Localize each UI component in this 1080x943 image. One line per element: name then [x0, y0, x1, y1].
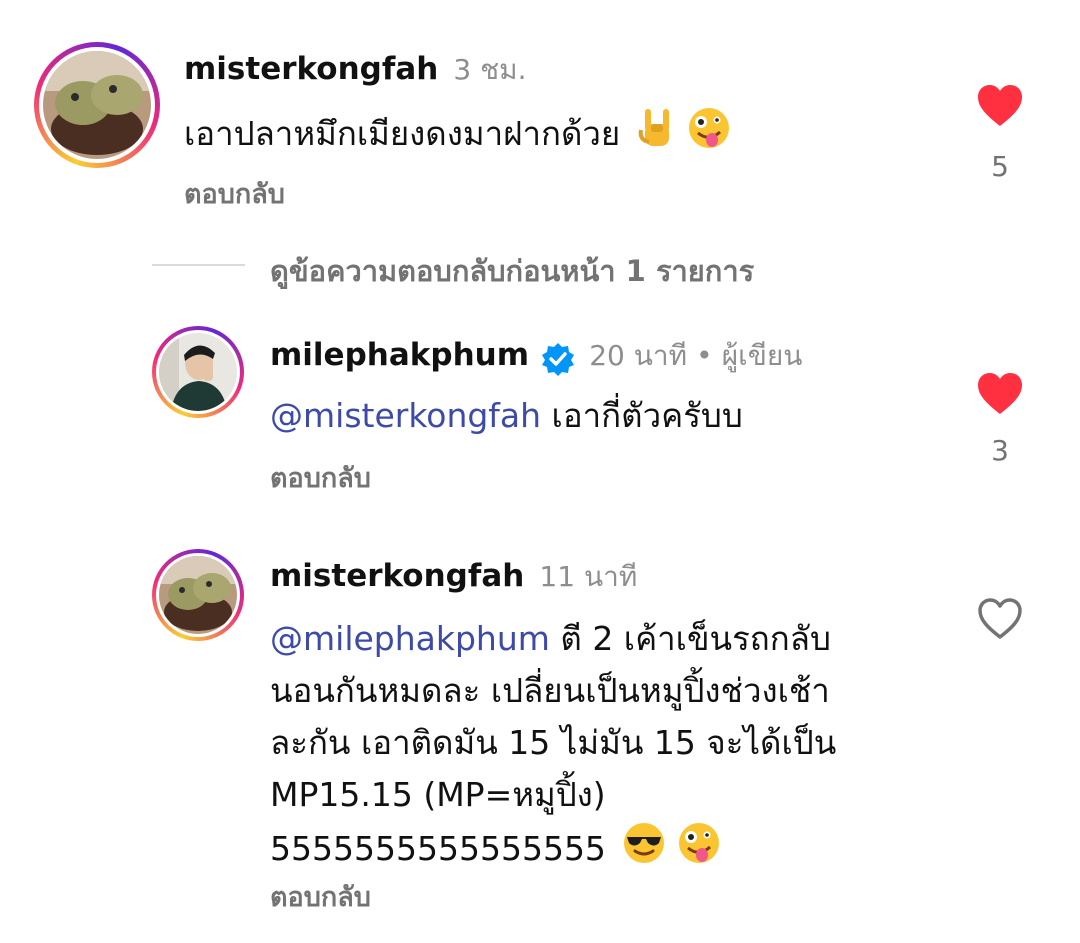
like-count: 5	[991, 150, 1009, 183]
username[interactable]: milephakphum	[270, 337, 529, 373]
mention-link[interactable]: @milephakphum	[270, 619, 550, 658]
heart-icon	[978, 85, 1022, 126]
sunglasses-face-emoji-icon	[622, 821, 666, 880]
view-replies-row[interactable]: ดูข้อความตอบกลับก่อนหน้า 1 รายการ	[0, 240, 1080, 290]
comment-line: ละกัน เอาติดมัน 15 ไม่มัน 15 จะได้เป็น	[270, 723, 837, 762]
avatar	[159, 333, 237, 411]
verified-badge-icon	[540, 341, 576, 381]
avatar-story-ring[interactable]	[152, 326, 244, 418]
comment-text: @milephakphum ตี 2 เค้าเข็นรถกลับ นอนกัน…	[270, 613, 836, 880]
timestamp: 11 นาที	[539, 560, 638, 593]
reply-comment: milephakphum 20 นาที • ผู้เขียน @misterk…	[0, 310, 1080, 500]
avatar	[43, 51, 151, 159]
avatar-story-ring[interactable]	[152, 549, 244, 641]
author-tag: ผู้เขียน	[721, 339, 803, 372]
rock-hand-emoji-icon	[637, 106, 677, 165]
view-previous-replies-link[interactable]: ดูข้อความตอบกลับก่อนหน้า 1 รายการ	[270, 248, 754, 294]
username[interactable]: misterkongfah	[184, 51, 438, 87]
zany-face-emoji-icon	[677, 821, 721, 880]
like-button[interactable]	[976, 84, 1024, 132]
comment-line: 5555555555555555	[270, 829, 606, 868]
reply-button[interactable]: ตอบกลับ	[270, 875, 371, 918]
zany-face-emoji-icon	[687, 106, 731, 165]
comment-text: เอาปลาหมึกเมียงดงมาฝากด้วย	[184, 106, 731, 165]
reply-comment: misterkongfah 11 นาที @milephakphum ตี 2…	[0, 535, 1080, 935]
heart-outline-icon	[978, 598, 1022, 639]
reply-button[interactable]: ตอบกลับ	[184, 172, 285, 215]
comment-body: เอาปลาหมึกเมียงดงมาฝากด้วย	[184, 114, 621, 153]
separator: •	[696, 339, 713, 372]
timestamp: 3 ชม.	[453, 53, 527, 86]
comment: misterkongfah 3 ชม. เอาปลาหมึกเมียงดงมาฝ…	[0, 0, 1080, 215]
avatar	[159, 556, 237, 634]
comment-line: นอนกันหมดละ เปลี่ยนเป็นหมูปิ้งช่วงเช้า	[270, 671, 830, 710]
comment-text: @misterkongfah เอากี่ตัวครับบ	[270, 390, 743, 442]
like-button[interactable]	[976, 597, 1024, 645]
heart-icon	[978, 373, 1022, 414]
comment-body: เอากี่ตัวครับบ	[541, 396, 743, 435]
timestamp: 20 นาที	[589, 339, 688, 372]
like-count: 3	[991, 434, 1009, 467]
comment-line: MP15.15 (MP=หมูปิ้ง)	[270, 775, 606, 814]
like-button[interactable]	[976, 372, 1024, 420]
comment-line: ตี 2 เค้าเข็นรถกลับ	[549, 619, 831, 658]
avatar-story-ring[interactable]	[34, 42, 160, 168]
mention-link[interactable]: @misterkongfah	[270, 396, 541, 435]
divider	[152, 264, 245, 266]
reply-button[interactable]: ตอบกลับ	[270, 456, 371, 499]
username[interactable]: misterkongfah	[270, 558, 524, 594]
